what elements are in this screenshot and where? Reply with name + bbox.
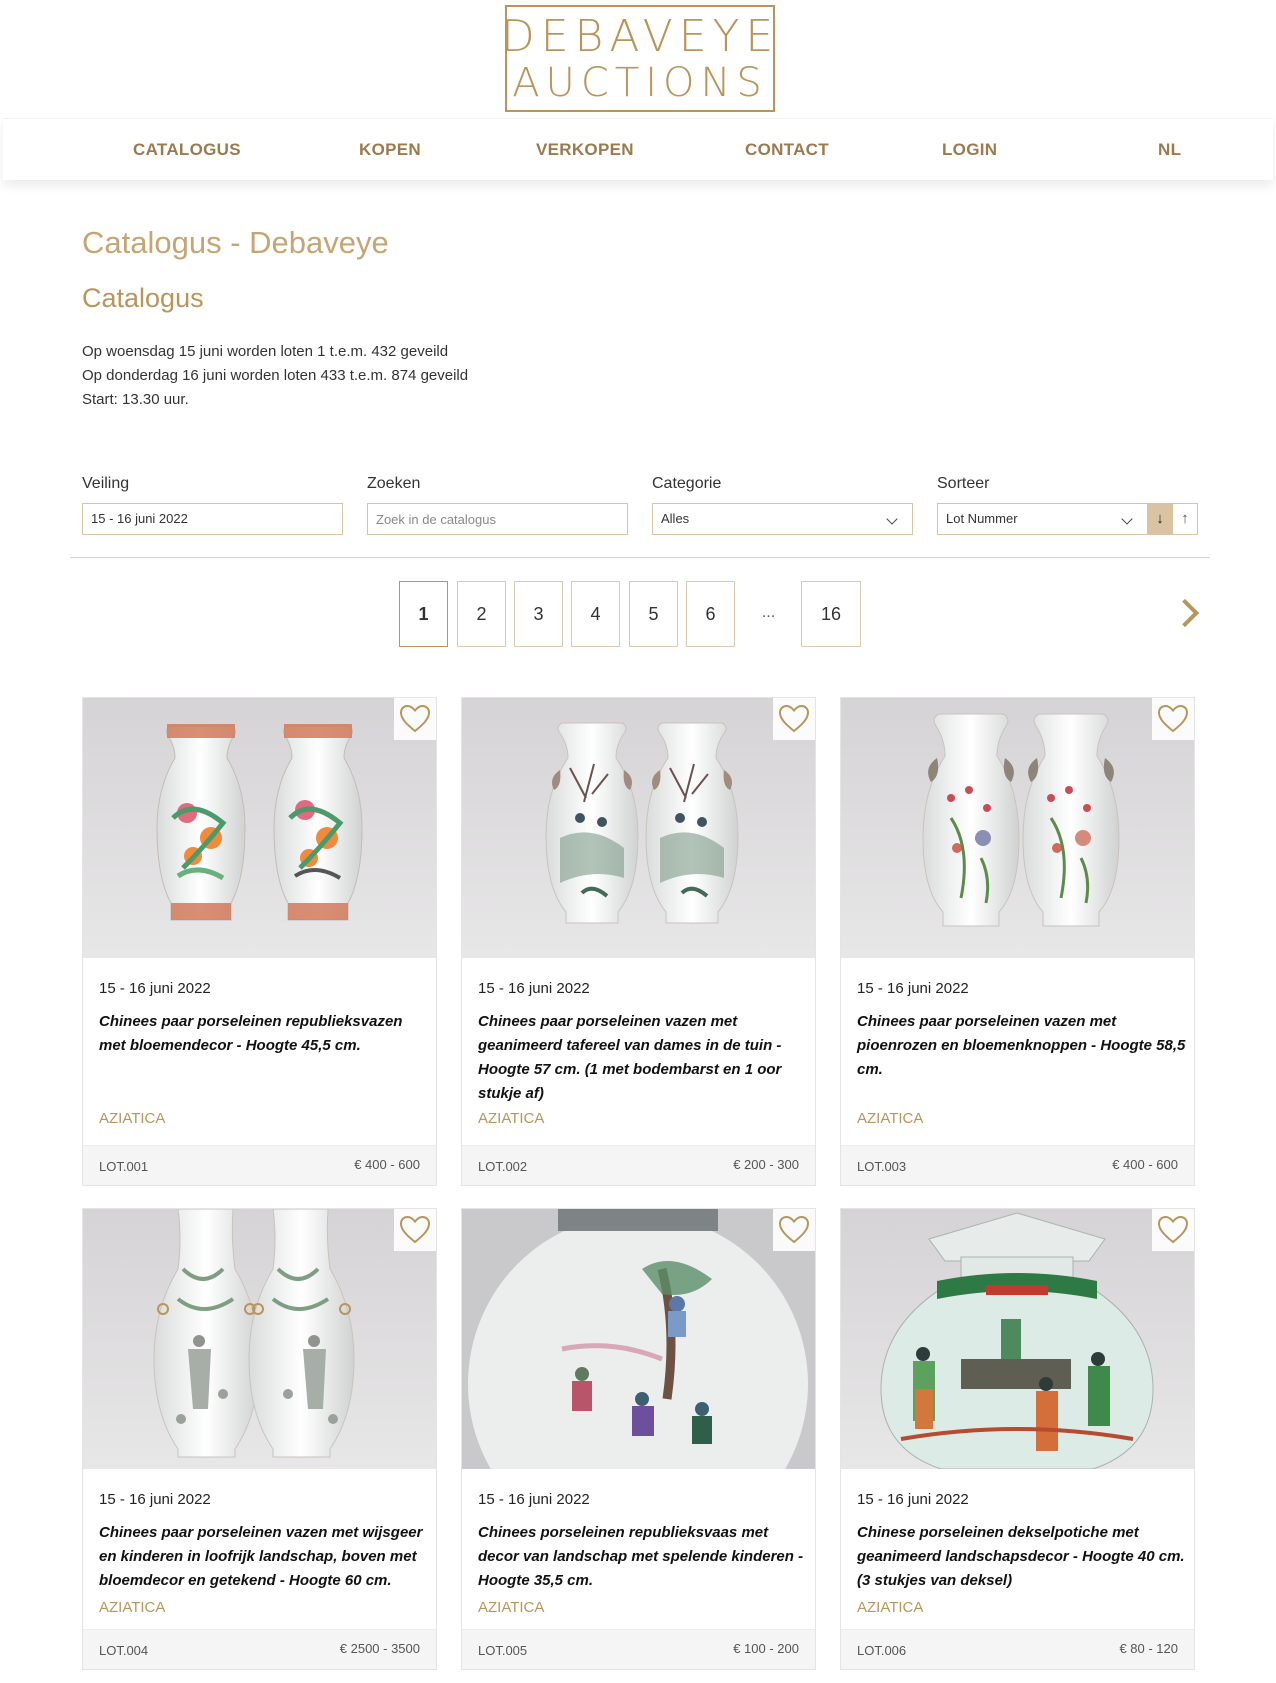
- page-button[interactable]: 2: [457, 581, 506, 647]
- lot-title[interactable]: Chinees paar porseleinen vazen met geani…: [478, 1010, 808, 1106]
- sort-descending-button[interactable]: ↓: [1147, 503, 1173, 535]
- lot-date: 15 - 16 juni 2022: [478, 980, 590, 997]
- lot-card[interactable]: 15 - 16 juni 2022 Chinees paar porselein…: [461, 697, 816, 1186]
- sorteer-value: Lot Nummer: [946, 511, 1018, 526]
- arrow-up-icon: ↑: [1181, 510, 1189, 527]
- favorite-heart-icon[interactable]: [1152, 1209, 1194, 1251]
- language-switcher[interactable]: NL: [1158, 119, 1181, 181]
- lot-date: 15 - 16 juni 2022: [857, 980, 969, 997]
- sorteer-select[interactable]: Lot Nummer: [937, 503, 1148, 535]
- page-button-current[interactable]: 1: [399, 581, 448, 647]
- lot-image[interactable]: [841, 1209, 1194, 1469]
- nav-login[interactable]: LOGIN: [942, 119, 997, 181]
- lot-card[interactable]: 15 - 16 juni 2022 Chinees paar porselein…: [82, 1208, 437, 1670]
- favorite-heart-icon[interactable]: [394, 698, 436, 740]
- search-input[interactable]: [367, 503, 628, 535]
- section-title: Catalogus: [82, 283, 204, 313]
- lot-category[interactable]: AZIATICA: [857, 1599, 923, 1616]
- favorite-heart-icon[interactable]: [773, 698, 815, 740]
- lot-footer: LOT.004 € 2500 - 3500: [83, 1629, 436, 1669]
- lot-footer: LOT.006 € 80 - 120: [841, 1629, 1194, 1669]
- lot-date: 15 - 16 juni 2022: [478, 1491, 590, 1508]
- lot-image[interactable]: [83, 698, 436, 958]
- lot-estimate: € 2500 - 3500: [339, 1641, 420, 1656]
- veiling-field[interactable]: 15 - 16 juni 2022: [82, 503, 343, 535]
- lot-date: 15 - 16 juni 2022: [99, 980, 211, 997]
- lot-title[interactable]: Chinees paar porseleinen vazen met wijsg…: [99, 1521, 429, 1593]
- lot-title[interactable]: Chinese porseleinen dekselpotiche met ge…: [857, 1521, 1187, 1593]
- zoeken-label: Zoeken: [367, 475, 421, 492]
- page-button[interactable]: 6: [686, 581, 735, 647]
- lot-card[interactable]: 15 - 16 juni 2022 Chinese porseleinen de…: [840, 1208, 1195, 1670]
- intro-line: Start: 13.30 uur.: [82, 391, 189, 408]
- auction-intro: Op woensdag 15 juni worden loten 1 t.e.m…: [82, 340, 468, 412]
- lot-date: 15 - 16 juni 2022: [99, 1491, 211, 1508]
- page-button[interactable]: 4: [571, 581, 620, 647]
- chevron-down-icon: [886, 513, 898, 525]
- lot-number: LOT.004: [99, 1643, 149, 1658]
- lot-number: LOT.006: [857, 1643, 907, 1658]
- lot-card[interactable]: 15 - 16 juni 2022 Chinees paar porselein…: [840, 697, 1195, 1186]
- lot-estimate: € 80 - 120: [1119, 1641, 1178, 1656]
- chevron-right-icon[interactable]: [1170, 598, 1200, 628]
- lot-category[interactable]: AZIATICA: [857, 1110, 923, 1127]
- page-title: Catalogus - Debaveye: [82, 225, 389, 260]
- favorite-heart-icon[interactable]: [773, 1209, 815, 1251]
- pagination-ellipsis: ...: [761, 604, 776, 621]
- veiling-label: Veiling: [82, 475, 130, 492]
- page-button-last[interactable]: 16: [801, 581, 861, 647]
- veiling-value: 15 - 16 juni 2022: [91, 511, 188, 526]
- lot-number: LOT.005: [478, 1643, 528, 1658]
- lot-category[interactable]: AZIATICA: [478, 1599, 544, 1616]
- intro-line: Op woensdag 15 juni worden loten 1 t.e.m…: [82, 343, 449, 360]
- lot-category[interactable]: AZIATICA: [99, 1110, 165, 1127]
- divider: [70, 557, 1210, 558]
- nav-verkopen[interactable]: VERKOPEN: [536, 119, 634, 181]
- categorie-value: Alles: [661, 511, 690, 526]
- favorite-heart-icon[interactable]: [1152, 698, 1194, 740]
- site-logo[interactable]: DEBAVEYE AUCTIONS: [501, 5, 775, 112]
- lot-category[interactable]: AZIATICA: [99, 1599, 165, 1616]
- lot-estimate: € 200 - 300: [733, 1157, 799, 1172]
- lot-footer: LOT.005 € 100 - 200: [462, 1629, 815, 1669]
- categorie-select[interactable]: Alles: [652, 503, 913, 535]
- lot-title[interactable]: Chinees paar porseleinen republieksvazen…: [99, 1010, 429, 1058]
- logo-text-line1: DEBAVEYE: [500, 10, 780, 62]
- lot-image[interactable]: [462, 698, 815, 958]
- lot-image[interactable]: [462, 1209, 815, 1469]
- lot-category[interactable]: AZIATICA: [478, 1110, 544, 1127]
- lot-card[interactable]: 15 - 16 juni 2022 Chinees paar porselein…: [82, 697, 437, 1186]
- logo-text-line2: AUCTIONS: [512, 59, 768, 106]
- lot-estimate: € 400 - 600: [354, 1157, 420, 1172]
- lot-number: LOT.002: [478, 1159, 528, 1174]
- lot-footer: LOT.001 € 400 - 600: [83, 1145, 436, 1185]
- intro-line: Op donderdag 16 juni worden loten 433 t.…: [82, 367, 469, 384]
- lot-title[interactable]: Chinees paar porseleinen vazen met pioen…: [857, 1010, 1187, 1082]
- lot-number: LOT.003: [857, 1159, 907, 1174]
- nav-contact[interactable]: CONTACT: [745, 119, 829, 181]
- lot-estimate: € 400 - 600: [1112, 1157, 1178, 1172]
- nav-kopen[interactable]: KOPEN: [359, 119, 421, 181]
- main-navigation: CATALOGUS KOPEN VERKOPEN CONTACT LOGIN N…: [3, 118, 1273, 180]
- page-button[interactable]: 3: [514, 581, 563, 647]
- favorite-heart-icon[interactable]: [394, 1209, 436, 1251]
- lot-footer: LOT.003 € 400 - 600: [841, 1145, 1194, 1185]
- lot-image[interactable]: [841, 698, 1194, 958]
- sorteer-label: Sorteer: [937, 475, 990, 492]
- lot-title[interactable]: Chinees porseleinen republieksvaas met d…: [478, 1521, 808, 1593]
- lot-card[interactable]: 15 - 16 juni 2022 Chinees porseleinen re…: [461, 1208, 816, 1670]
- nav-catalogus[interactable]: CATALOGUS: [133, 119, 241, 181]
- chevron-down-icon: [1121, 513, 1133, 525]
- lot-estimate: € 100 - 200: [733, 1641, 799, 1656]
- arrow-down-icon: ↓: [1156, 510, 1164, 527]
- lot-number: LOT.001: [99, 1159, 149, 1174]
- categorie-label: Categorie: [652, 475, 722, 492]
- lot-footer: LOT.002 € 200 - 300: [462, 1145, 815, 1185]
- lot-image[interactable]: [83, 1209, 436, 1469]
- sort-ascending-button[interactable]: ↑: [1172, 503, 1198, 535]
- lot-date: 15 - 16 juni 2022: [857, 1491, 969, 1508]
- page-button[interactable]: 5: [629, 581, 678, 647]
